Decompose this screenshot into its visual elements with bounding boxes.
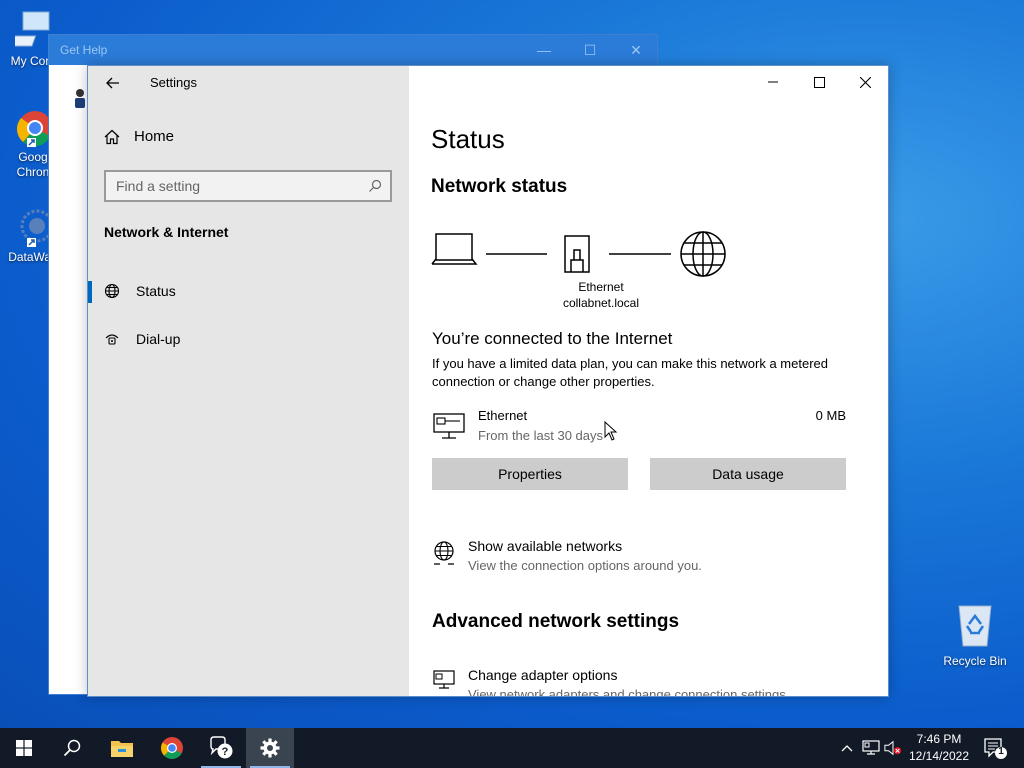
adapter-label: Ethernet (578, 280, 624, 294)
get-help-icon: ? (210, 736, 233, 759)
taskbar-clock[interactable]: 7:46 PM 12/14/2022 (904, 731, 974, 765)
laptop-icon (431, 233, 478, 265)
search-icon (369, 179, 382, 192)
maximize-icon (813, 76, 825, 88)
taskbar-file-explorer[interactable] (98, 728, 146, 768)
start-button[interactable] (0, 728, 48, 768)
network-tray-icon (862, 740, 880, 755)
ethernet-usage: 0 MB (815, 408, 846, 423)
clock-time: 7:46 PM (916, 732, 962, 746)
advanced-heading: Advanced network settings (432, 611, 680, 632)
clock-date: 12/14/2022 (908, 749, 970, 763)
settings-sidebar: Settings Home Find a setting Network & I… (88, 66, 409, 696)
change-adapter-sub: View network adapters and change connect… (468, 687, 790, 697)
notification-icon (984, 738, 1007, 759)
home-icon (104, 129, 120, 144)
home-label: Home (134, 128, 175, 145)
diagram-labels: Ethernet collabnet.local (541, 279, 661, 311)
get-help-titlebar[interactable]: Get Help — ☐ ✕ (49, 35, 657, 65)
show-networks-label: Show available networks (468, 538, 623, 554)
taskbar-settings[interactable] (246, 728, 294, 768)
computer-icon (15, 11, 50, 47)
settings-window[interactable]: Settings Home Find a setting Network & I… (87, 65, 889, 697)
close-icon (859, 76, 871, 88)
globe-network-icon (434, 541, 454, 565)
page-title: Status (431, 124, 505, 154)
chrome-icon (16, 111, 52, 147)
maximize-button[interactable] (796, 66, 842, 98)
chevron-up-icon (841, 745, 853, 752)
data-usage-button[interactable]: Data usage (650, 458, 846, 490)
domain-label: collabnet.local (562, 296, 640, 310)
notification-count: 1 (998, 746, 1004, 757)
sidebar-item-label: Dial-up (136, 331, 181, 347)
window-title: Settings (150, 75, 197, 90)
home-link[interactable]: Home (104, 128, 174, 145)
datawagon-icon (20, 209, 53, 247)
tray-volume-button[interactable] (884, 740, 902, 756)
action-center-button[interactable]: 1 (980, 734, 1010, 762)
taskbar-search-button[interactable] (48, 728, 96, 768)
desktop-icon-label: Recycle Bin (943, 654, 1007, 668)
taskbar-chrome[interactable] (148, 728, 196, 768)
sidebar-item-dial-up[interactable]: Dial-up (88, 319, 409, 359)
change-adapter-label: Change adapter options (468, 667, 618, 683)
get-help-maximize-button[interactable]: ☐ (567, 35, 613, 65)
dialup-icon (105, 334, 119, 345)
mouse-cursor-icon (604, 421, 618, 441)
svg-text:?: ? (222, 746, 229, 758)
ethernet-usage-row: Ethernet From the last 30 days 0 MB (432, 408, 846, 448)
file-explorer-icon (111, 741, 133, 757)
ethernet-name: Ethernet (478, 408, 528, 423)
show-networks-sub: View the connection options around you. (468, 558, 702, 573)
desktop-icon-label: Goog Chron (16, 150, 50, 179)
search-placeholder: Find a setting (116, 178, 201, 194)
connected-heading: You’re connected to the Internet (432, 329, 673, 348)
tray-overflow-button[interactable] (838, 740, 856, 756)
search-input[interactable]: Find a setting (104, 170, 392, 202)
chrome-icon (161, 737, 183, 759)
section-title: Network & Internet (104, 224, 229, 240)
network-status-heading: Network status (431, 176, 568, 197)
sidebar-item-label: Status (136, 283, 176, 299)
back-arrow-icon (106, 77, 119, 89)
back-button[interactable] (102, 72, 124, 94)
minimize-button[interactable] (750, 66, 796, 98)
close-button[interactable] (842, 66, 888, 98)
get-help-title: Get Help (60, 43, 108, 57)
ethernet-subtitle: From the last 30 days (478, 428, 603, 443)
change-adapter-options-link[interactable]: Change adapter options View network adap… (432, 667, 852, 697)
recycle-bin-icon (958, 605, 992, 647)
ethernet-pc-icon (433, 413, 465, 439)
connected-description: If you have a limited data plan, you can… (432, 356, 828, 389)
globe-status-icon (104, 283, 120, 299)
get-help-minimize-button[interactable]: — (521, 35, 567, 65)
person-icon (75, 89, 85, 108)
search-icon (63, 739, 81, 757)
get-help-avatar (73, 87, 87, 109)
minimize-icon (768, 81, 778, 83)
network-diagram: Ethernet collabnet.local (431, 226, 741, 316)
properties-button[interactable]: Properties (432, 458, 628, 490)
ethernet-adapter-icon (564, 235, 590, 273)
tray-network-button[interactable] (862, 740, 880, 756)
settings-main: Status Network status Ethernet collabnet… (409, 66, 888, 696)
adapter-monitor-icon (433, 670, 455, 689)
globe-internet-icon (680, 231, 726, 277)
get-help-close-button[interactable]: ✕ (613, 35, 659, 65)
show-available-networks-link[interactable]: Show available networks View the connect… (432, 538, 852, 578)
settings-gear-icon (260, 738, 280, 758)
taskbar: ? 7:46 PM 12/14/2022 1 (0, 728, 1024, 768)
windows-start-icon (16, 740, 32, 756)
desktop-icon-recycle-bin[interactable]: Recycle Bin (940, 602, 1010, 668)
volume-muted-icon (884, 740, 902, 756)
sidebar-item-status[interactable]: Status (88, 271, 409, 311)
taskbar-get-help[interactable]: ? (197, 728, 245, 768)
